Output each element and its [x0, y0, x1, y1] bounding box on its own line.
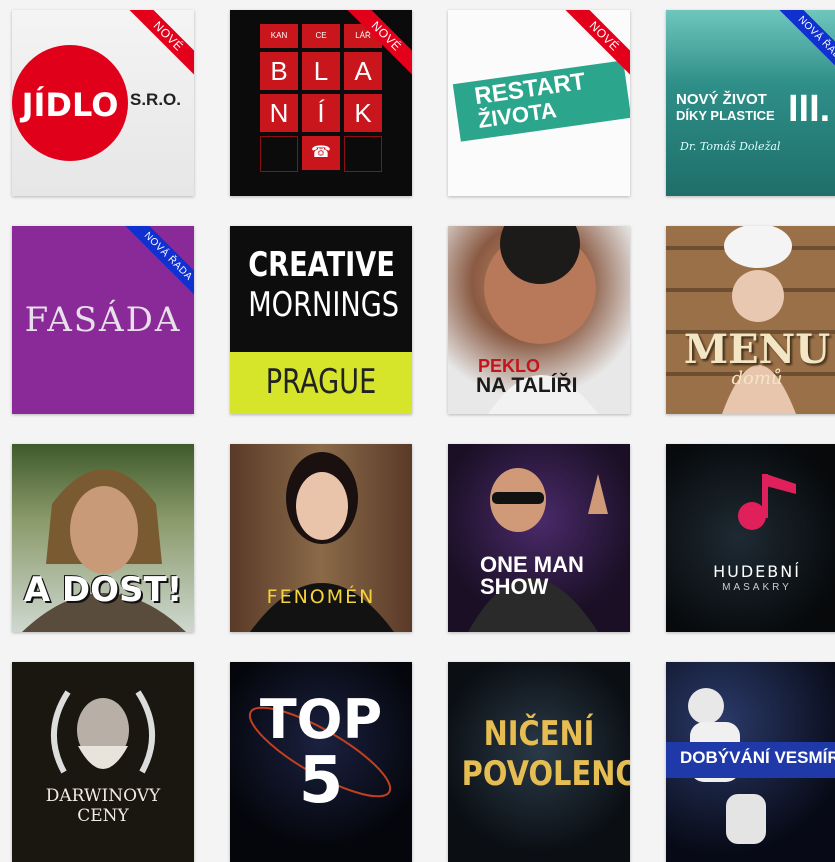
hudebni-line2: MASAKRY	[722, 582, 792, 593]
fenomen-title: FENOMÉN	[266, 586, 376, 608]
darwin-laurel-portrait	[51, 690, 155, 774]
show-tile-top-5[interactable]: TOP 5	[230, 662, 412, 862]
creative-line2: MORNINGS	[248, 285, 400, 325]
creative-line1: CREATIVE	[248, 245, 395, 285]
blanik-cell: KAN	[260, 24, 298, 48]
performer-photo	[468, 468, 608, 632]
jidlo-suffix: S.R.O.	[130, 90, 182, 109]
darwin-line1: DARWINOVY	[45, 786, 161, 806]
show-tile-one-man-show[interactable]: ONE MAN SHOW	[448, 444, 630, 632]
blanik-cell: CE	[302, 24, 340, 48]
blanik-cell: Í	[302, 94, 340, 132]
plastice-line2: DÍKY PLASTICE	[676, 108, 775, 123]
adost-title: A DOST!	[23, 570, 183, 610]
show-tile-darwinovy-ceny[interactable]: DARWINOVY CENY	[12, 662, 194, 862]
fasada-title: FASÁDA	[24, 300, 182, 340]
oneman-line1: ONE MAN	[480, 552, 584, 577]
blanik-cell: B	[260, 52, 298, 90]
show-tile-fenomen[interactable]: FENOMÉN	[230, 444, 412, 632]
show-tile-hudebni-masakry[interactable]: HUDEBNÍ MASAKRY	[666, 444, 835, 632]
blanik-cell: K	[344, 94, 382, 132]
show-tile-jidlo[interactable]: JÍDLO S.R.O. NOVÉ	[12, 10, 194, 196]
blanik-cell: L	[302, 52, 340, 90]
top5-line2: 5	[298, 744, 344, 818]
show-tile-blanik[interactable]: KAN CE LÁŘ B L A N Í K ☎ NOVÉ	[230, 10, 412, 196]
new-series-ribbon: NOVÁ ŘADA	[119, 226, 194, 305]
blanik-cell: N	[260, 94, 298, 132]
top5-line1: TOP	[259, 688, 383, 751]
show-tile-peklo-na-taliri[interactable]: PEKLO NA TALÍŘI	[448, 226, 630, 414]
darwin-line2: CENY	[77, 806, 129, 826]
niceni-line2: POVOLENO	[461, 754, 630, 794]
vesmir-title: DOBÝVÁNÍ VESMÍRU	[680, 748, 835, 767]
hudebni-line1: HUDEBNÍ	[713, 562, 801, 581]
plastice-author: Dr. Tomáš Doležal	[680, 140, 781, 153]
phone-icon: ☎	[302, 136, 340, 170]
show-tile-novy-zivot[interactable]: NOVÝ ŽIVOT DÍKY PLASTICE III. Dr. Tomáš …	[666, 10, 835, 196]
show-tile-restart-zivota[interactable]: RESTART ŽIVOTA NOVÉ	[448, 10, 630, 196]
show-tile-a-dost[interactable]: A DOST!	[12, 444, 194, 632]
niceni-line1: NIČENÍ	[483, 714, 595, 754]
blanik-cell: A	[344, 52, 382, 90]
menu-title: MENU	[683, 326, 831, 373]
show-tile-dobyvani-vesmiru[interactable]: DOBÝVÁNÍ VESMÍRU	[666, 662, 835, 862]
plastice-line1: NOVÝ ŽIVOT	[676, 91, 767, 108]
creative-city: PRAGUE	[265, 362, 377, 402]
show-tile-menu-domu[interactable]: MENU domů	[666, 226, 835, 414]
show-tile-niceni-povoleno[interactable]: NIČENÍ POVOLENO	[448, 662, 630, 862]
new-series-ribbon: NOVÁ ŘADA	[773, 10, 835, 89]
jidlo-title: JÍDLO	[21, 86, 119, 124]
plastice-numeral: III.	[788, 88, 831, 130]
peklo-line2: NA TALÍŘI	[476, 374, 578, 397]
oneman-line2: SHOW	[480, 574, 549, 599]
show-tile-fasada[interactable]: FASÁDA NOVÁ ŘADA	[12, 226, 194, 414]
menu-subtitle: domů	[731, 368, 783, 389]
show-tile-creative-mornings[interactable]: CREATIVE MORNINGS PRAGUE	[230, 226, 412, 414]
music-note-icon	[738, 474, 796, 530]
